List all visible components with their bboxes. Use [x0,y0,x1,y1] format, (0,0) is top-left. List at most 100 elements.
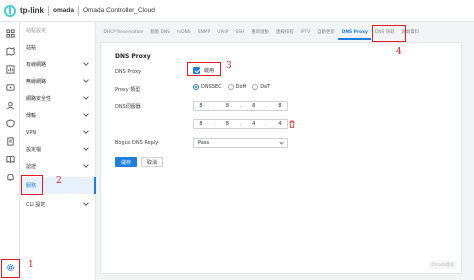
ip-dot: . [239,103,242,109]
tab-snmp[interactable]: SNMP [194,26,214,40]
tab-reboot[interactable]: 重新啟動 [248,26,273,40]
radio-dot[interactable]: DoT [252,84,270,90]
tab-ddns[interactable]: 動態 DNS [147,26,174,40]
ip-dot: . [213,103,215,109]
watermark: Omada版本 [428,261,457,269]
map-icon[interactable] [5,46,15,56]
top-bar: tp-link omada Omada Controller_Cloud [0,0,474,22]
annotation-number-3: 3 [226,61,232,71]
tab-ssh[interactable]: SSH [232,26,248,40]
ip-octet[interactable]: 8 [199,103,202,109]
nav-item-authentication[interactable]: 認證 [20,158,96,175]
ip-octet[interactable]: 4 [252,121,255,127]
product-name: omada [53,7,74,14]
radio-empty-icon [227,84,234,90]
book-icon[interactable] [5,154,15,164]
ip-octet[interactable]: 4 [278,121,281,127]
ip-dot: . [213,121,215,127]
nav-item-transmission[interactable]: 傳輸 [20,107,96,124]
users-icon[interactable] [5,100,15,110]
tab-schedule[interactable]: 連線排程 [272,26,297,40]
tab-iptv[interactable]: IPTV [297,26,314,40]
nav-item-label: 認證 [26,164,37,170]
chevron-down-icon [279,140,284,145]
radio-label: DoH [235,84,247,90]
chevron-down-icon [83,128,89,134]
bell-icon[interactable] [5,172,15,182]
annotation-box-3 [187,62,221,76]
radio-selected-icon [193,84,199,90]
annotation-box-1 [1,259,20,278]
proxy-type-label: Proxy 類型 [115,87,141,93]
nav-item-wired[interactable]: 有線網路 [20,56,96,73]
radio-label: DoT [260,84,271,90]
chart-icon[interactable] [5,64,15,74]
nav-item-wireless[interactable]: 無線網路 [20,73,96,90]
annotation-number-4: 4 [396,47,402,57]
grid-icon[interactable] [5,28,15,38]
site-settings-nav: 站點設定 站點 有線網路 無線網路 網路安全性 傳輸 VPN 設定檔 認證 服務… [20,22,96,280]
radio-empty-icon [252,84,259,90]
nav-item-label: VPN [26,129,37,136]
tab-upnp[interactable]: UPnP [214,26,232,40]
chevron-down-icon [83,162,89,168]
radio-label: DNSSEC [201,84,222,90]
nav-item-label: 站點 [26,45,37,51]
ip-octet[interactable]: 8 [278,103,281,109]
annotation-number-1: 1 [28,260,34,270]
ip-octet[interactable]: 8 [199,121,202,127]
nav-item-label: 無線網路 [26,79,47,85]
title-divider [77,5,79,16]
chevron-down-icon [83,145,89,151]
cancel-button[interactable]: 取消 [141,157,163,167]
device-icon[interactable] [5,82,15,92]
save-button[interactable]: 儲存 [115,157,137,167]
chevron-down-icon [83,77,89,83]
report-icon[interactable] [5,136,15,146]
chevron-down-icon [83,111,89,117]
ip-dot: . [266,121,268,127]
nav-item-vpn[interactable]: VPN [20,124,96,141]
icon-rail [0,22,20,280]
ip-octet[interactable]: 8 [226,103,229,109]
ip-octet[interactable]: 8 [252,103,255,109]
brand-divider [48,5,49,16]
annotation-number-2: 2 [56,176,62,186]
bogus-dns-label: Bogus DNS Reply [115,140,159,146]
nav-item-profiles[interactable]: 設定檔 [20,141,96,158]
annotation-box-2 [21,175,43,195]
proxy-type-radio-group: DNSSEC DoH DoT [193,84,270,90]
shield-icon[interactable] [5,118,15,128]
annotation-box-4 [372,25,406,42]
dns-server-label: DNS伺服器 [115,104,141,110]
tab-mdns[interactable]: mDNS [173,26,194,40]
chevron-down-icon [83,60,89,66]
nav-group-title: 站點設定 [26,28,47,34]
nav-item-label: 網路安全性 [26,96,52,102]
ip-dot: . [266,103,268,109]
bogus-dns-select[interactable]: Pass [193,138,288,148]
dns-server-1-input[interactable]: 8. 8. 8. 8 [193,101,288,111]
chevron-down-icon [83,200,89,206]
nav-item-label: 有線網路 [26,62,47,68]
nav-item-security[interactable]: 網路安全性 [20,90,96,107]
dns-proxy-panel: DNS Proxy DNS Proxy 啟用 Proxy 類型 DNSSEC D… [100,42,462,274]
section-title: DNS Proxy [115,53,151,60]
trash-icon[interactable] [288,120,296,128]
radio-dnssec[interactable]: DNSSEC [193,84,222,90]
nav-item-site[interactable]: 站點 [20,39,96,56]
controller-title: Omada Controller_Cloud [82,7,155,14]
ip-dot: . [239,121,242,127]
service-tabs: DHCP Reservation 動態 DNS mDNS SNMP UPnP S… [100,26,462,40]
ip-octet[interactable]: 8 [226,121,229,127]
radio-doh[interactable]: DoH [227,84,247,90]
chevron-down-icon [83,94,89,100]
dns-server-2-input[interactable]: 8. 8. 4. 4 [193,119,288,129]
nav-item-label: CLI 設定 [26,202,46,208]
nav-item-cli[interactable]: CLI 設定 [20,196,96,213]
tab-dhcp-reservation[interactable]: DHCP Reservation [100,26,147,40]
tab-dns-proxy[interactable]: DNS Proxy [338,26,372,40]
select-value: Pass [198,140,210,146]
tab-auto-update[interactable]: 自動更新 [314,26,339,40]
nav-item-label: 設定檔 [26,147,42,153]
